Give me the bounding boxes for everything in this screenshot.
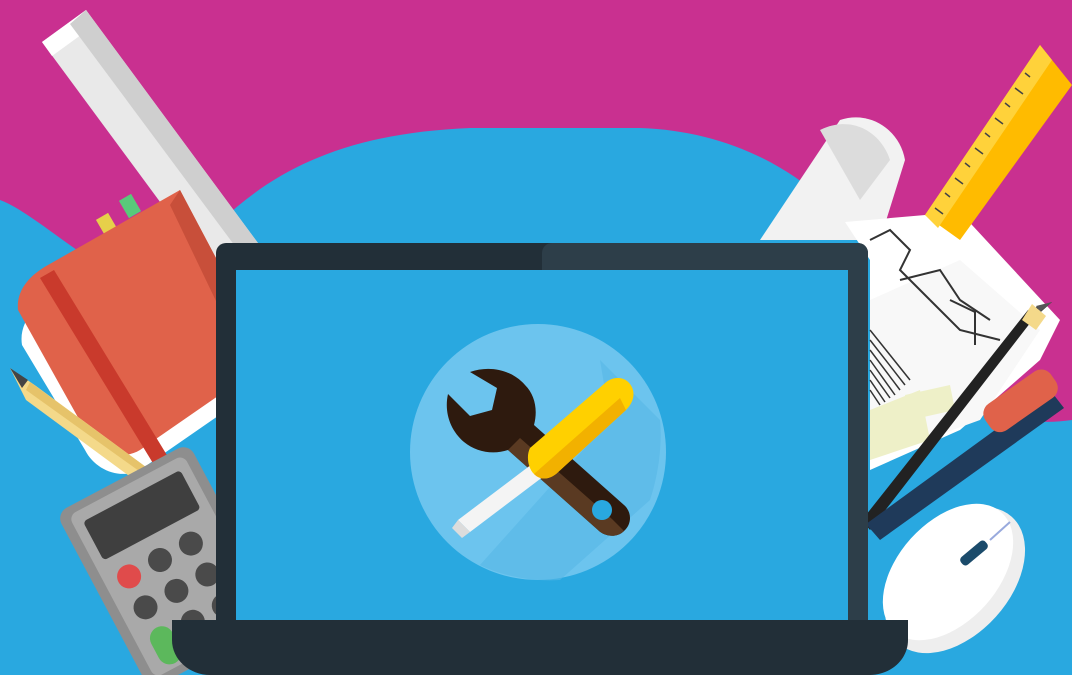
maintenance-illustration <box>0 0 1072 675</box>
laptop-base <box>172 620 908 675</box>
illustration-scene <box>0 0 1072 675</box>
